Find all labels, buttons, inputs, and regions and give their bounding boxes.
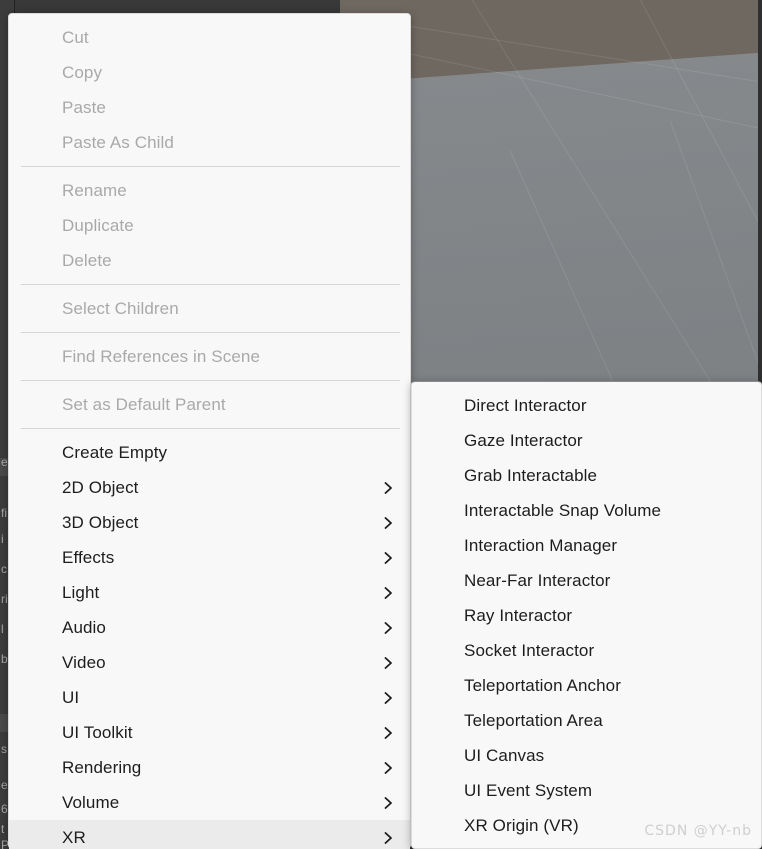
hierarchy-context-menu[interactable]: Cut Copy Paste Paste As Child Rename Duplicat… [8,13,411,849]
submenu-item-interaction-manager[interactable]: Interaction Manager [412,528,761,563]
menu-item-paste-as-child: Paste As Child [9,125,410,160]
menu-item-label: Ray Interactor [464,606,573,625]
chevron-right-icon [384,575,396,610]
menu-item-2d-object[interactable]: 2D Object [9,470,410,505]
menu-item-label: Light [62,583,100,602]
menu-item-copy: Copy [9,55,410,90]
menu-item-label: Copy [62,63,103,82]
menu-item-label: Gaze Interactor [464,431,583,450]
menu-item-label: Create Empty [62,443,168,462]
submenu-item-near-far-interactor[interactable]: Near-Far Interactor [412,563,761,598]
chevron-right-icon [384,540,396,575]
menu-item-label: Interaction Manager [464,536,618,555]
menu-item-ui[interactable]: UI [9,680,410,715]
menu-item-label: 3D Object [62,513,139,532]
submenu-item-teleportation-area[interactable]: Teleportation Area [412,703,761,738]
editor-top-strip [0,0,340,12]
menu-item-label: UI Event System [464,781,593,800]
menu-item-label: Find References in Scene [62,347,261,366]
chevron-right-icon [384,505,396,540]
chevron-right-icon [384,610,396,645]
menu-separator [21,332,400,333]
chevron-right-icon [384,715,396,750]
menu-item-video[interactable]: Video [9,645,410,680]
menu-item-label: XR Origin (VR) [464,816,579,835]
menu-item-xr[interactable]: XR [9,820,410,849]
menu-item-audio[interactable]: Audio [9,610,410,645]
menu-item-delete: Delete [9,243,410,278]
chevron-right-icon [384,645,396,680]
menu-item-label: UI Canvas [464,746,545,765]
menu-separator [21,380,400,381]
submenu-item-teleportation-anchor[interactable]: Teleportation Anchor [412,668,761,703]
menu-item-label: Volume [62,793,120,812]
menu-item-label: Teleportation Anchor [464,676,621,695]
menu-item-label: Direct Interactor [464,396,587,415]
menu-item-paste: Paste [9,90,410,125]
screen-root: e fi i c ri l b s e 6 t P Cut Copy Paste Pa… [0,0,762,849]
chevron-right-icon [384,820,396,849]
chevron-right-icon [384,750,396,785]
menu-item-label: Interactable Snap Volume [464,501,662,520]
menu-item-3d-object[interactable]: 3D Object [9,505,410,540]
menu-item-label: UI Toolkit [62,723,133,742]
menu-item-set-as-default-parent: Set as Default Parent [9,387,410,422]
submenu-item-socket-interactor[interactable]: Socket Interactor [412,633,761,668]
menu-item-label: Duplicate [62,216,134,235]
menu-item-label: Rename [62,181,127,200]
chevron-right-icon [384,680,396,715]
menu-item-ui-toolkit[interactable]: UI Toolkit [9,715,410,750]
menu-item-rename: Rename [9,173,410,208]
chevron-right-icon [384,470,396,505]
chevron-right-icon [384,785,396,820]
menu-item-cut: Cut [9,20,410,55]
menu-item-label: XR [62,828,86,847]
csdn-watermark: CSDN @YY-nb [644,823,752,839]
menu-item-label: Set as Default Parent [62,395,226,414]
menu-separator [21,428,400,429]
menu-item-label: Paste [62,98,106,117]
submenu-item-ui-canvas[interactable]: UI Canvas [412,738,761,773]
menu-item-create-empty[interactable]: Create Empty [9,435,410,470]
menu-item-label: Audio [62,618,106,637]
menu-item-label: Teleportation Area [464,711,603,730]
menu-item-light[interactable]: Light [9,575,410,610]
submenu-item-interactable-snap-volume[interactable]: Interactable Snap Volume [412,493,761,528]
menu-item-select-children: Select Children [9,291,410,326]
menu-item-volume[interactable]: Volume [9,785,410,820]
xr-submenu[interactable]: Direct Interactor Gaze Interactor Grab Int… [411,381,762,849]
submenu-item-direct-interactor[interactable]: Direct Interactor [412,388,761,423]
menu-separator [21,284,400,285]
menu-item-duplicate: Duplicate [9,208,410,243]
menu-item-label: UI [62,688,80,707]
menu-item-label: Effects [62,548,115,567]
menu-item-effects[interactable]: Effects [9,540,410,575]
menu-item-rendering[interactable]: Rendering [9,750,410,785]
menu-item-label: Video [62,653,106,672]
menu-item-find-references-in-scene: Find References in Scene [9,339,410,374]
submenu-item-gaze-interactor[interactable]: Gaze Interactor [412,423,761,458]
submenu-item-ray-interactor[interactable]: Ray Interactor [412,598,761,633]
menu-item-label: Cut [62,28,89,47]
menu-item-label: Paste As Child [62,133,174,152]
submenu-item-ui-event-system[interactable]: UI Event System [412,773,761,808]
menu-item-label: Delete [62,251,112,270]
menu-item-label: Near-Far Interactor [464,571,611,590]
submenu-item-grab-interactable[interactable]: Grab Interactable [412,458,761,493]
menu-item-label: Rendering [62,758,142,777]
menu-item-label: 2D Object [62,478,139,497]
menu-separator [21,166,400,167]
menu-item-label: Select Children [62,299,179,318]
menu-item-label: Socket Interactor [464,641,595,660]
menu-item-label: Grab Interactable [464,466,598,485]
